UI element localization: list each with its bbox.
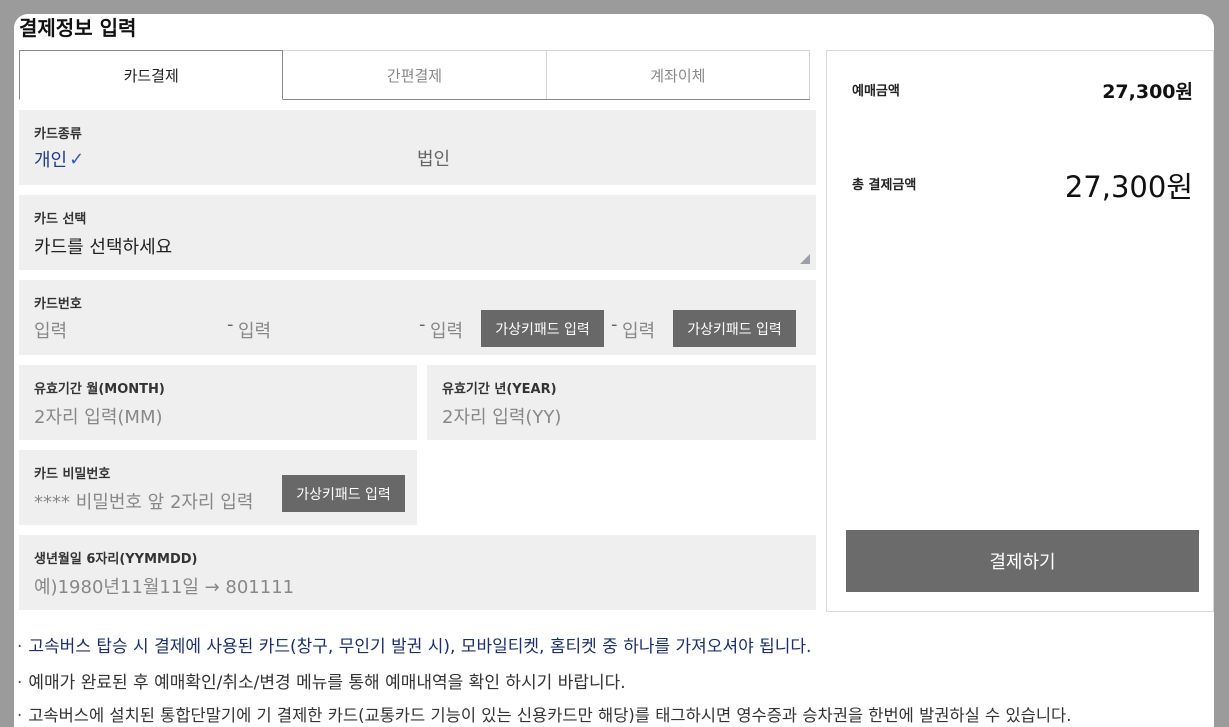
card-number-input-1[interactable]: 입력 [34, 317, 67, 343]
card-number-field: 카드번호 입력 - 입력 - 입력 가상키패드 입력 - 입력 가상키패드 입력 [19, 280, 816, 355]
notice-item: · 고속버스에 설치된 통합단말기에 기 결제한 카드(교통카드 기능이 있는 신… [17, 702, 1071, 726]
ticket-amount-label: 예매금액 [852, 84, 900, 99]
expiry-month-label: 유효기간 월(MONTH) [34, 382, 165, 397]
card-number-input-4[interactable]: 입력 [622, 317, 655, 343]
birth-date-input[interactable]: 예)1980년11월11일 → 801111 [34, 573, 801, 599]
card-type-label: 카드종류 [34, 127, 82, 142]
tab-account-transfer[interactable]: 계좌이체 [546, 50, 810, 99]
virtual-keypad-button[interactable]: 가상키패드 입력 [673, 310, 796, 347]
total-amount-value: 27,300원 [1064, 170, 1193, 204]
expiry-year-field[interactable]: 유효기간 년(YEAR) 2자리 입력(YY) [427, 365, 816, 440]
card-number-dash: - [227, 314, 234, 335]
card-type-field: 카드종류 개인 ✓ 법인 [19, 110, 816, 185]
bullet-icon: · [17, 637, 23, 657]
check-icon: ✓ [69, 148, 85, 170]
card-select-value[interactable]: 카드를 선택하세요 [34, 233, 801, 259]
card-number-dash: - [419, 314, 426, 335]
notice-item: · 고속버스 탑승 시 결제에 사용된 카드(창구, 무인기 발권 시), 모바일… [17, 632, 811, 657]
tab-easy-payment[interactable]: 간편결제 [283, 50, 547, 99]
ticket-amount-value: 27,300원 [1102, 81, 1193, 103]
notice-text: 고속버스 탑승 시 결제에 사용된 카드(창구, 무인기 발권 시), 모바일티… [28, 637, 812, 657]
payment-modal: 결제정보 입력 카드결제 간편결제 계좌이체 카드종류 개인 ✓ 법인 카드 선… [14, 14, 1214, 727]
payment-tabs: 카드결제 간편결제 계좌이체 [19, 50, 810, 100]
birth-date-field[interactable]: 생년월일 6자리(YYMMDD) 예)1980년11월11일 → 801111 [19, 535, 816, 610]
card-number-dash: - [611, 314, 618, 335]
card-type-corporate-option[interactable]: 법인 [417, 145, 450, 171]
resize-handle-icon[interactable] [800, 254, 810, 264]
payment-summary: 예매금액 27,300원 총 결제금액 27,300원 결제하기 [826, 50, 1214, 612]
card-select-field[interactable]: 카드 선택 카드를 선택하세요 [19, 195, 816, 270]
birth-date-label: 생년월일 6자리(YYMMDD) [34, 552, 198, 567]
card-password-field: 카드 비밀번호 **** 비밀번호 앞 2자리 입력 가상키패드 입력 [19, 450, 417, 525]
pay-button[interactable]: 결제하기 [846, 530, 1199, 592]
card-number-input-2[interactable]: 입력 [238, 317, 271, 343]
notice-text: 예매가 완료된 후 예매확인/취소/변경 메뉴를 통해 예매내역을 확인 하시기… [28, 673, 626, 693]
expiry-year-label: 유효기간 년(YEAR) [442, 382, 557, 397]
virtual-keypad-button[interactable]: 가상키패드 입력 [481, 310, 604, 347]
card-type-personal-option[interactable]: 개인 [34, 146, 67, 172]
notice-text: 고속버스에 설치된 통합단말기에 기 결제한 카드(교통카드 기능이 있는 신용… [28, 706, 1072, 725]
bullet-icon: · [17, 673, 23, 693]
expiry-year-input[interactable]: 2자리 입력(YY) [442, 403, 801, 429]
expiry-month-field[interactable]: 유효기간 월(MONTH) 2자리 입력(MM) [19, 365, 417, 440]
expiry-month-input[interactable]: 2자리 입력(MM) [34, 403, 402, 429]
virtual-keypad-button[interactable]: 가상키패드 입력 [282, 475, 405, 512]
card-select-label: 카드 선택 [34, 212, 87, 227]
notice-item: · 예매가 완료된 후 예매확인/취소/변경 메뉴를 통해 예매내역을 확인 하시… [17, 668, 626, 693]
bullet-icon: · [17, 706, 23, 725]
total-amount-label: 총 결제금액 [852, 178, 917, 193]
page-title: 결제정보 입력 [19, 16, 137, 40]
card-number-input-3[interactable]: 입력 [430, 317, 463, 343]
tab-card-payment[interactable]: 카드결제 [19, 50, 284, 100]
